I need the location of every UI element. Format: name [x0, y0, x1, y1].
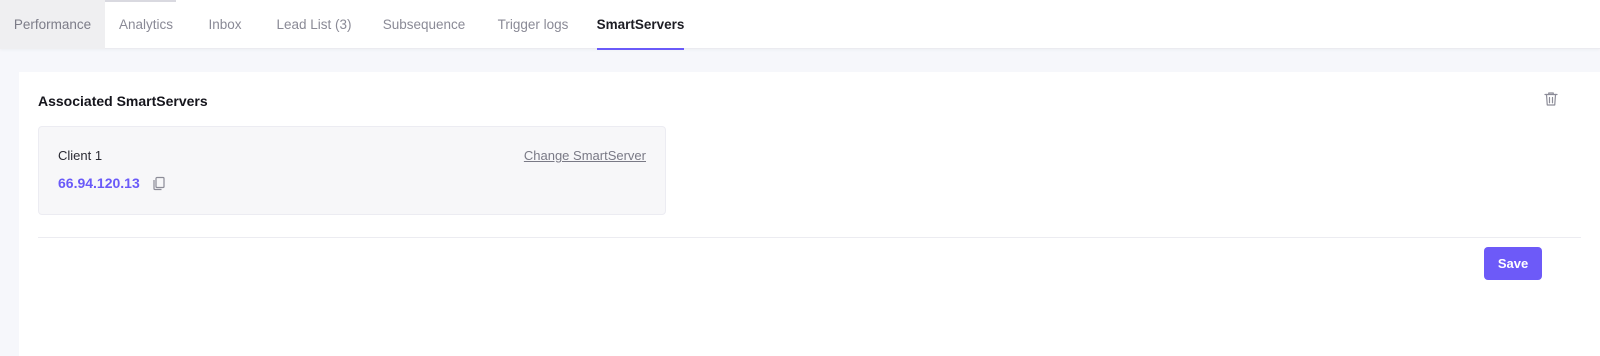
tab-lead-list[interactable]: Lead List (3): [272, 0, 356, 49]
server-ip: 66.94.120.13: [58, 175, 140, 191]
copy-icon[interactable]: [151, 175, 167, 191]
divider: [38, 237, 1581, 238]
tab-bar: Performance Analytics Inbox Lead List (3…: [0, 0, 1600, 50]
change-smartserver-link[interactable]: Change SmartServer: [524, 148, 646, 163]
smartserver-item: Client 1 Change SmartServer 66.94.120.13: [38, 126, 666, 215]
tab-subsequence[interactable]: Subsequence: [380, 0, 468, 49]
active-tab-indicator: [597, 48, 684, 50]
client-name: Client 1: [58, 148, 103, 163]
tab-analytics[interactable]: Analytics: [112, 0, 180, 49]
tab-smartservers[interactable]: SmartServers: [597, 0, 685, 49]
tab-inbox[interactable]: Inbox: [203, 0, 247, 49]
smartservers-card: Associated SmartServers Client 1 Change …: [19, 72, 1600, 356]
tab-performance[interactable]: Performance: [0, 0, 105, 49]
section-title: Associated SmartServers: [38, 93, 208, 109]
tab-trigger-logs[interactable]: Trigger logs: [494, 0, 572, 49]
trash-icon[interactable]: [1542, 90, 1560, 108]
save-button[interactable]: Save: [1484, 247, 1542, 280]
